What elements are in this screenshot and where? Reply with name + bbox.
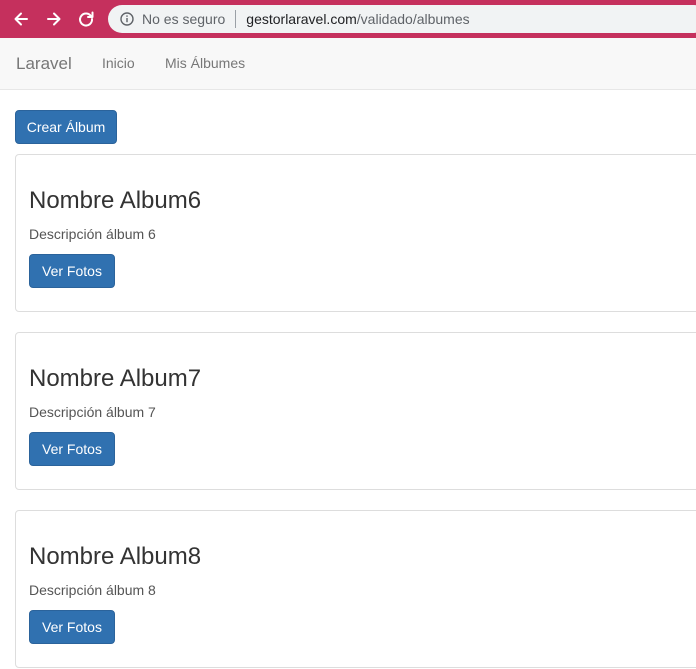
nav-link-inicio[interactable]: Inicio bbox=[102, 55, 135, 71]
address-bar[interactable]: No es seguro gestorlaravel.com/validado/… bbox=[108, 5, 696, 33]
album-card: Nombre Album7 Descripción álbum 7 Ver Fo… bbox=[15, 332, 696, 490]
album-card: Nombre Album8 Descripción álbum 8 Ver Fo… bbox=[15, 510, 696, 668]
album-description: Descripción álbum 7 bbox=[29, 404, 156, 420]
info-icon[interactable] bbox=[120, 12, 134, 26]
url-path: /validado/albumes bbox=[356, 11, 470, 27]
security-label: No es seguro bbox=[142, 11, 226, 27]
url-host: gestorlaravel.com bbox=[246, 11, 357, 27]
view-photos-button[interactable]: Ver Fotos bbox=[29, 432, 115, 466]
address-divider bbox=[235, 10, 237, 28]
forward-button[interactable] bbox=[42, 7, 66, 31]
album-description: Descripción álbum 6 bbox=[29, 226, 156, 242]
view-photos-button[interactable]: Ver Fotos bbox=[29, 254, 115, 288]
create-album-button[interactable]: Crear Álbum bbox=[15, 110, 117, 144]
album-title: Nombre Album8 bbox=[29, 543, 202, 570]
navbar: Laravel Inicio Mis Álbumes bbox=[0, 38, 696, 90]
arrow-right-icon bbox=[47, 12, 61, 26]
album-card: Nombre Album6 Descripción álbum 6 Ver Fo… bbox=[15, 154, 696, 312]
url-text[interactable]: gestorlaravel.com/validado/albumes bbox=[246, 11, 469, 27]
reload-icon bbox=[79, 11, 94, 27]
album-title: Nombre Album6 bbox=[29, 187, 202, 214]
browser-toolbar: No es seguro gestorlaravel.com/validado/… bbox=[0, 0, 696, 38]
nav-link-mis-albumes[interactable]: Mis Álbumes bbox=[165, 55, 245, 71]
navbar-brand[interactable]: Laravel bbox=[16, 54, 72, 74]
view-photos-button[interactable]: Ver Fotos bbox=[29, 610, 115, 644]
reload-button[interactable] bbox=[74, 7, 98, 31]
arrow-left-icon bbox=[14, 12, 28, 26]
album-title: Nombre Album7 bbox=[29, 365, 202, 392]
back-button[interactable] bbox=[9, 7, 33, 31]
album-description: Descripción álbum 8 bbox=[29, 582, 156, 598]
